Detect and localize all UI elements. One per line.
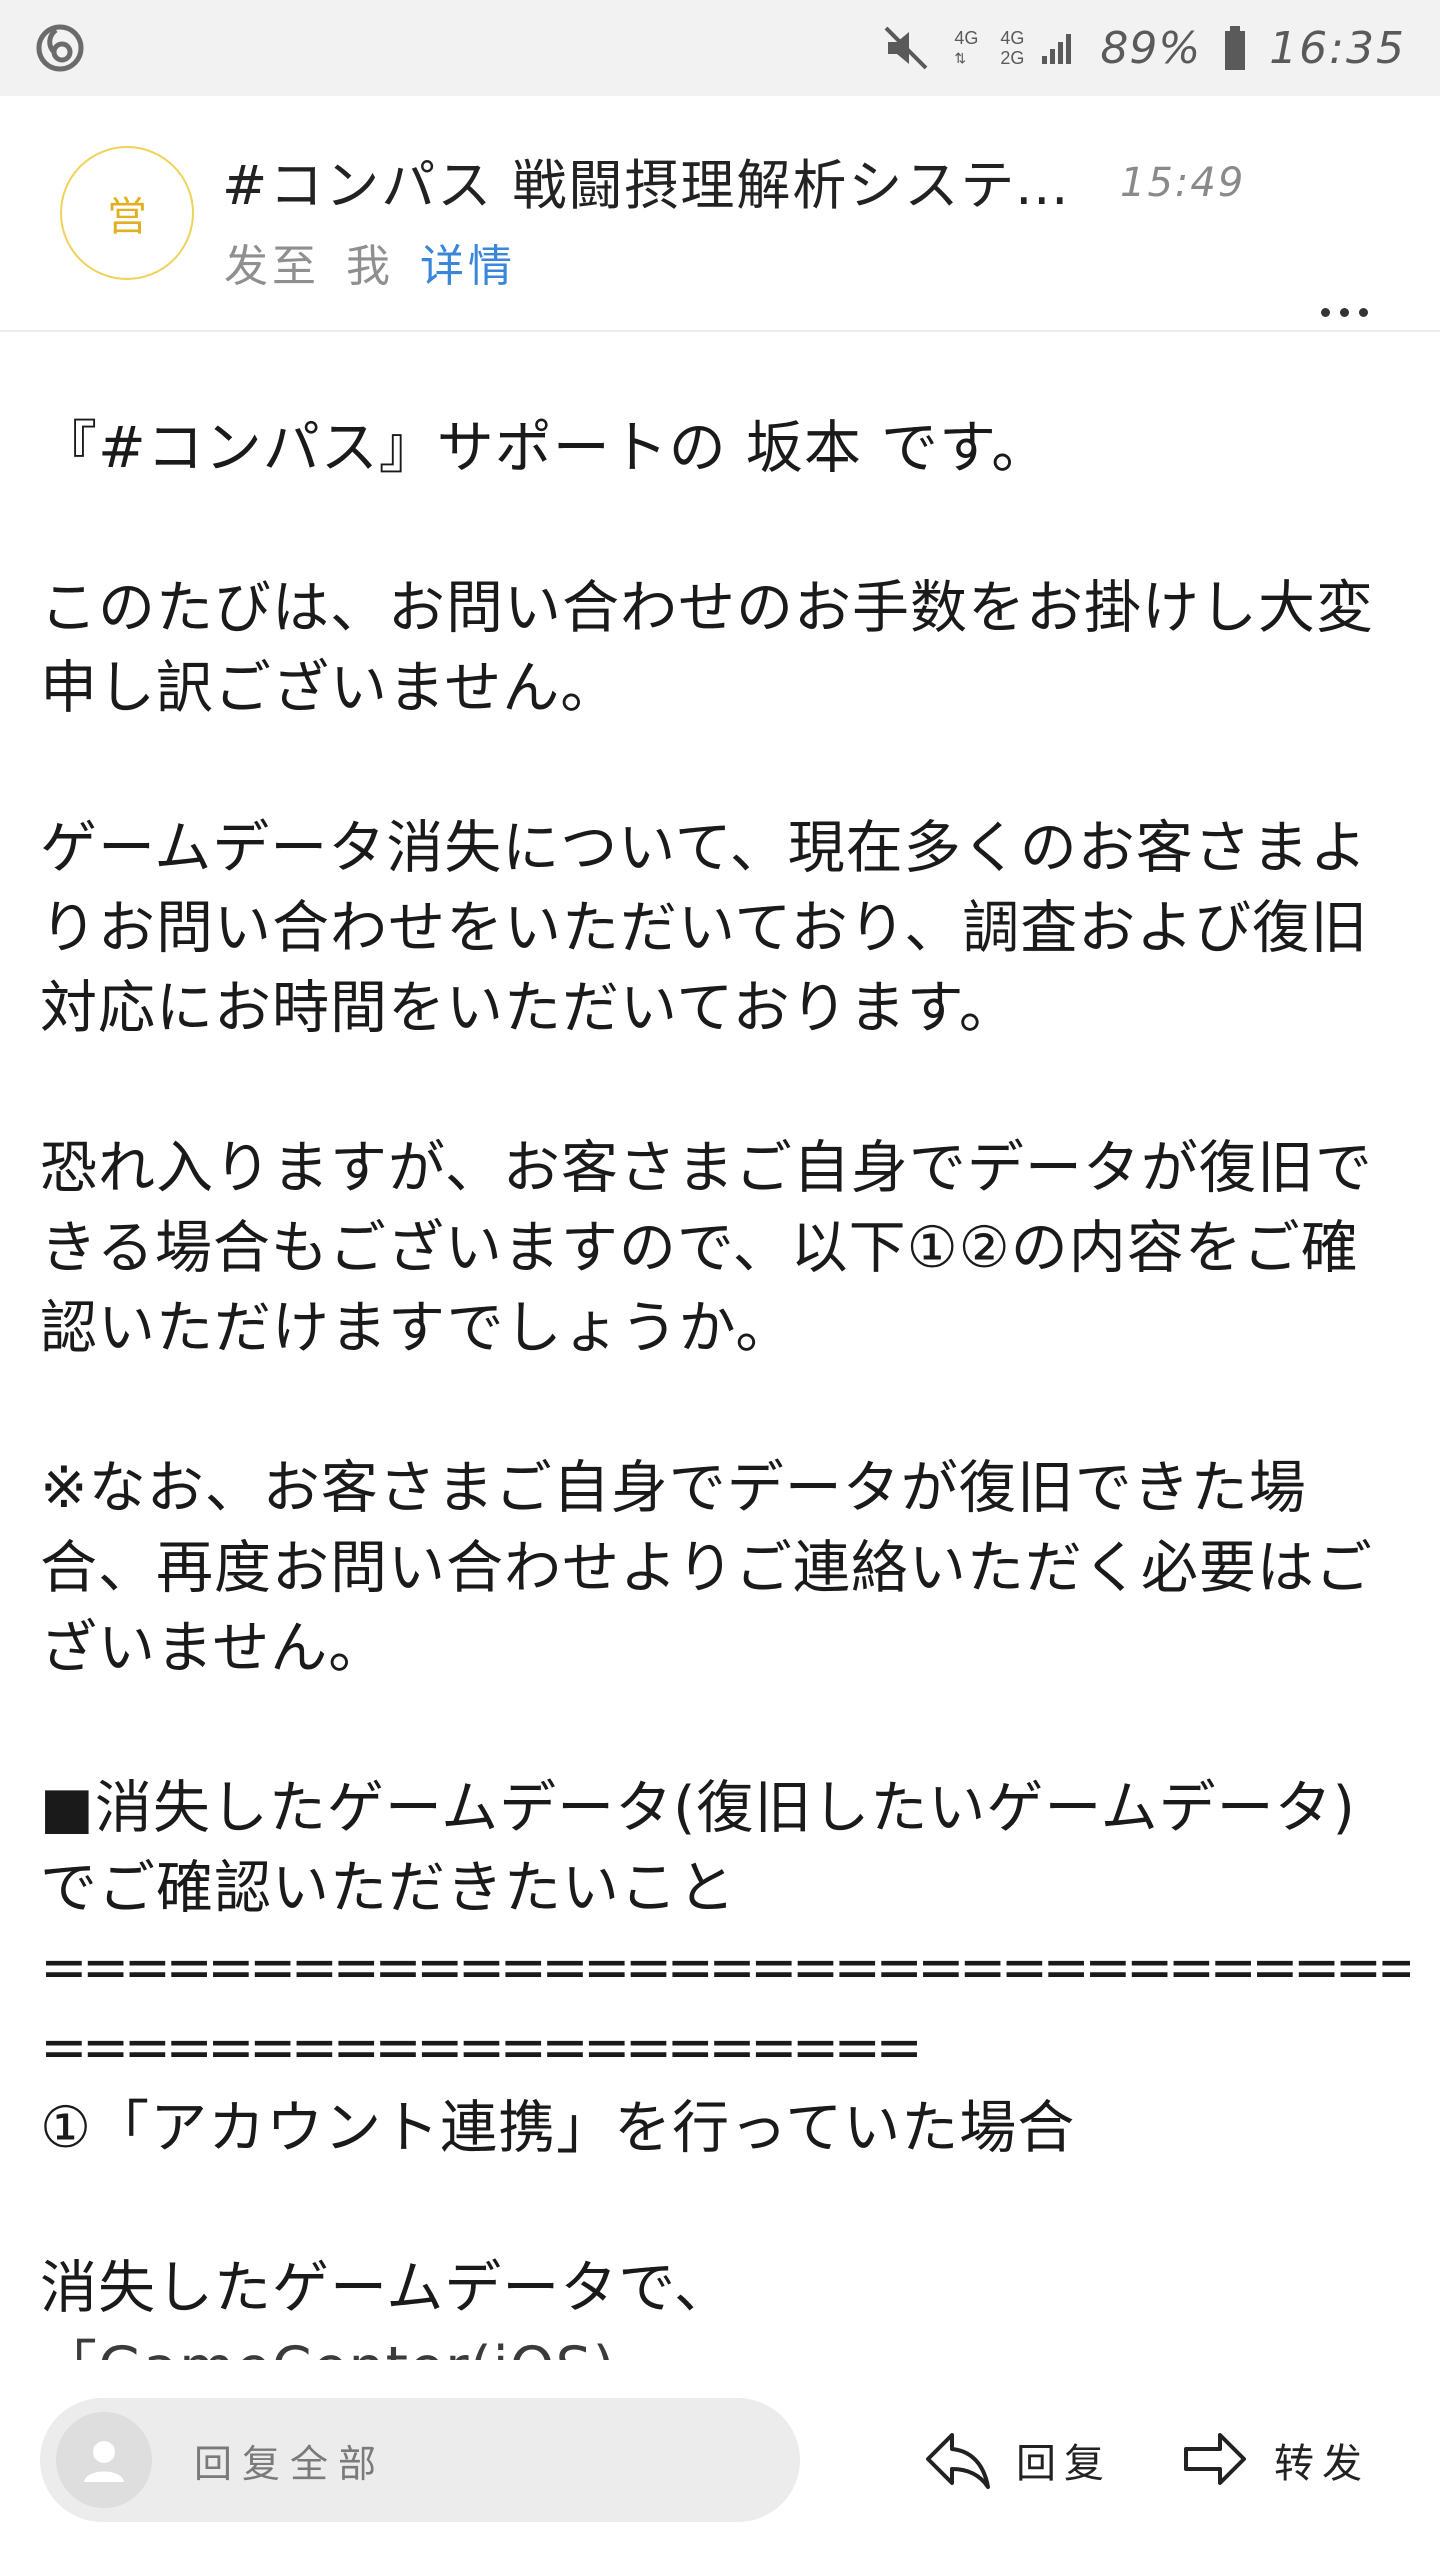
mail-subject: #コンパス 戦闘摂理解析システム...: [222, 154, 1102, 217]
mail-header: 営 #コンパス 戦闘摂理解析システム... 15:49 发至 我 详情: [0, 96, 1440, 332]
status-indicators: 4G ⇅ 4G 2G 89% 16:35: [880, 18, 1406, 78]
body-line-cut: 「GameCenter(iOS): [40, 2328, 1410, 2360]
network-indicator: 4G ⇅: [954, 28, 979, 66]
reply-button[interactable]: 回复: [922, 2422, 1112, 2498]
bottom-action-bar: 回复全部 回复 转发: [0, 2360, 1440, 2560]
more-dots-icon: [1320, 307, 1330, 317]
forward-button[interactable]: 转发: [1180, 2422, 1370, 2498]
reply-arrow-icon: [926, 2433, 990, 2489]
details-link[interactable]: 详情: [420, 230, 516, 294]
body-paragraph: ※なお、お客さまご自身でデータが復旧できた場合、再度お問い合わせよりご連絡いただ…: [40, 1455, 1373, 1681]
section-1-heading: ①「アカウント連携」を行っていた場合: [40, 2095, 1076, 2161]
network-top-label: 4G: [954, 28, 979, 48]
person-icon: [84, 2441, 124, 2482]
status-clock: 16:35: [1269, 22, 1406, 74]
body-paragraph: 『#コンパス』サポートの 坂本 です。: [40, 415, 1050, 481]
battery-percent: 89%: [1100, 22, 1202, 74]
body-line: 消失したゲームデータで、: [40, 2255, 733, 2321]
network-indicator-2: 4G 2G: [1000, 28, 1024, 68]
section-heading: ■消失したゲームデータ(復旧したいゲームデータ)でご確認いただきたいこと: [40, 1775, 1356, 1921]
signal-icon: [1042, 34, 1072, 64]
reply-all-input[interactable]: 回复全部: [40, 2398, 800, 2522]
body-paragraph: このたびは、お問い合わせのお手数をお掛けし大変申し訳ございません。: [40, 575, 1374, 721]
sent-to-label: 发至: [224, 241, 320, 292]
body-paragraph: 恐れ入りますが、お客さまご自身でデータが復旧できる場合もございますので、以下①②…: [40, 1135, 1373, 1361]
divider-rule-short: =====================: [40, 2015, 923, 2081]
recipient-line: 发至 我 详情: [224, 230, 516, 294]
network-mid-a: 4G: [1000, 28, 1025, 48]
reply-all-placeholder: 回复全部: [194, 2441, 387, 2486]
forward-label: 转发: [1274, 2441, 1370, 2487]
mail-subject-text: #コンパス 戦闘摂理解析システム: [222, 154, 1071, 217]
mail-time: 15:49: [1120, 160, 1246, 206]
reply-label: 回复: [1016, 2441, 1112, 2487]
user-avatar-icon: [56, 2412, 152, 2508]
mute-icon: [884, 26, 928, 70]
message-body: 『#コンパス』サポートの 坂本 です。 このたびは、お問い合わせのお手数をお掛け…: [40, 330, 1410, 2360]
status-bar: 4G ⇅ 4G 2G 89% 16:35: [0, 0, 1440, 96]
divider-rule-long: ========================================…: [40, 1935, 1410, 2001]
network-mid-b: 2G: [1000, 48, 1025, 68]
netease-mail-logo-icon: [36, 24, 84, 72]
recipient-name: 我: [346, 241, 394, 292]
body-paragraph: ゲームデータ消失について、現在多くのお客さまよりお問い合わせをいただいており、調…: [40, 815, 1369, 1041]
battery-icon: [1225, 26, 1246, 70]
forward-arrow-icon: [1184, 2433, 1246, 2485]
sender-avatar[interactable]: 営: [60, 146, 194, 280]
